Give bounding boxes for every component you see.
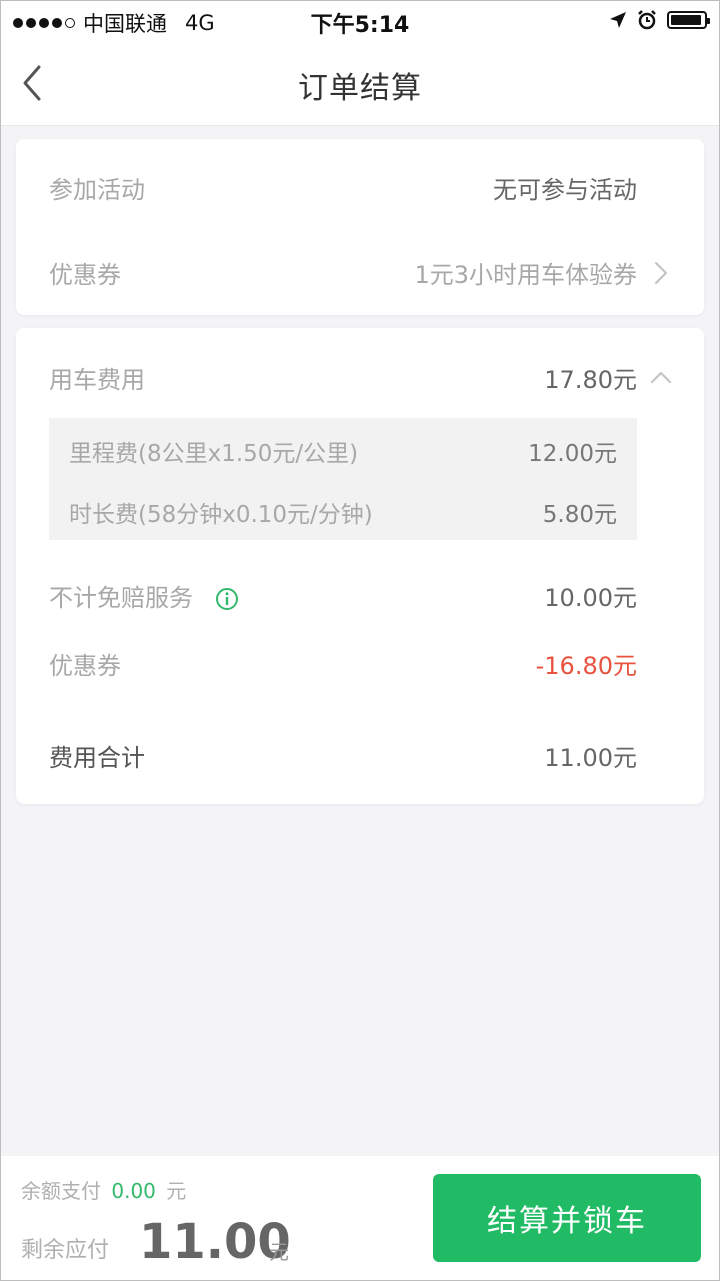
alarm-icon xyxy=(638,10,656,30)
battery-icon xyxy=(667,11,710,29)
duration-fee-row: 时长费(58分钟x0.10元/分钟) 5.80元 xyxy=(49,495,637,529)
balance-unit: 元 xyxy=(166,1179,187,1203)
coupon-value: 1元3小时用车体验券 xyxy=(414,261,637,289)
duration-fee-value: 5.80元 xyxy=(542,502,617,528)
location-arrow-icon xyxy=(610,12,626,28)
coupon-label: 优惠券 xyxy=(49,261,121,289)
page-title: 订单结算 xyxy=(298,71,422,106)
mileage-fee-value: 12.00元 xyxy=(528,441,617,467)
info-icon[interactable] xyxy=(215,587,239,611)
chevron-up-icon[interactable] xyxy=(650,370,672,384)
chevron-right-icon xyxy=(654,261,668,285)
coupon-select-row[interactable]: 优惠券 1元3小时用车体验券 xyxy=(16,255,704,295)
duration-fee-label: 时长费(58分钟x0.10元/分钟) xyxy=(69,502,373,528)
fee-detail-box: 里程费(8公里x1.50元/公里) 12.00元 时长费(58分钟x0.10元/… xyxy=(49,418,637,540)
status-bar: 中国联通 4G 下午5:14 xyxy=(1,1,719,41)
fee-card: 用车费用 17.80元 里程费(8公里x1.50元/公里) 12.00元 时长费… xyxy=(16,328,704,804)
coupon-discount-value: -16.80元 xyxy=(535,652,637,680)
balance-amount: 0.00 xyxy=(111,1179,156,1203)
activity-value: 无可参与活动 xyxy=(493,176,637,204)
total-row: 费用合计 11.00元 xyxy=(16,738,704,778)
insurance-value: 10.00元 xyxy=(544,584,637,612)
settle-and-lock-button[interactable]: 结算并锁车 xyxy=(433,1174,701,1262)
balance-payment: 余额支付 0.00 元 xyxy=(21,1175,186,1204)
insurance-label: 不计免赔服务 xyxy=(49,584,193,612)
balance-label: 余额支付 xyxy=(21,1179,101,1203)
total-value: 11.00元 xyxy=(544,744,637,772)
remaining-unit: 元 xyxy=(269,1240,289,1264)
bottom-payment-bar: 余额支付 0.00 元 剩余应付 11.00 元 结算并锁车 xyxy=(1,1156,719,1280)
usage-fee-row[interactable]: 用车费用 17.80元 xyxy=(16,360,704,400)
usage-fee-label: 用车费用 xyxy=(49,366,145,394)
status-right xyxy=(609,10,710,30)
nav-bar: 订单结算 xyxy=(1,41,719,126)
total-label: 费用合计 xyxy=(49,744,145,772)
usage-fee-value: 17.80元 xyxy=(544,366,637,394)
mileage-fee-label: 里程费(8公里x1.50元/公里) xyxy=(69,441,359,467)
activity-row[interactable]: 参加活动 无可参与活动 xyxy=(16,170,704,210)
coupon-discount-row: 优惠券 -16.80元 xyxy=(16,646,704,686)
insurance-label-wrap: 不计免赔服务 xyxy=(49,578,239,613)
remaining-label: 剩余应付 xyxy=(21,1238,110,1263)
activity-label: 参加活动 xyxy=(49,176,145,204)
coupon-discount-label: 优惠券 xyxy=(49,652,121,680)
insurance-row: 不计免赔服务 10.00元 xyxy=(16,578,704,618)
promotion-card: 参加活动 无可参与活动 优惠券 1元3小时用车体验券 xyxy=(16,139,704,315)
mileage-fee-row: 里程费(8公里x1.50元/公里) 12.00元 xyxy=(49,434,637,468)
